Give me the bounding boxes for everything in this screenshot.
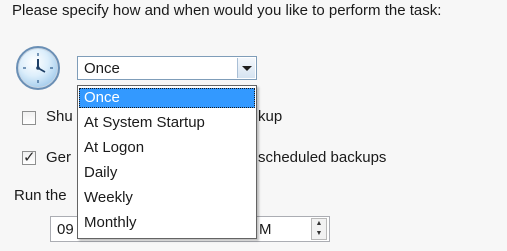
schedule-combobox[interactable]: Once [77, 56, 257, 80]
option-at-logon[interactable]: At Logon [79, 138, 255, 158]
spin-down-icon[interactable]: ▼ [312, 229, 326, 239]
task-prompt: Please specify how and when would you li… [12, 2, 442, 19]
time-value-end: M [259, 221, 272, 238]
generate-checkbox[interactable] [22, 148, 36, 166]
run-label: Run the [14, 187, 67, 204]
generate-label-end: scheduled backups [258, 149, 387, 166]
option-at-system-startup[interactable]: At System Startup [79, 113, 255, 133]
shutdown-label-start: Shu [46, 108, 73, 125]
option-monthly[interactable]: Monthly [79, 213, 255, 233]
clock-icon [16, 46, 60, 90]
option-once[interactable]: Once [79, 88, 255, 108]
shutdown-checkbox[interactable] [22, 111, 36, 125]
generate-label-start: Ger [46, 149, 72, 166]
spin-up-icon[interactable]: ▲ [312, 219, 326, 229]
schedule-selected-value: Once [84, 60, 120, 77]
time-value-start: 09 [57, 221, 74, 238]
shutdown-label-end: kup [258, 108, 283, 125]
option-daily[interactable]: Daily [79, 163, 255, 183]
chevron-down-icon [242, 66, 252, 71]
schedule-dropdown-list: Once At System Startup At Logon Daily We… [77, 85, 257, 239]
option-weekly[interactable]: Weekly [79, 188, 255, 208]
dropdown-button[interactable] [237, 58, 255, 78]
time-spinner[interactable]: ▲ ▼ [311, 218, 327, 240]
